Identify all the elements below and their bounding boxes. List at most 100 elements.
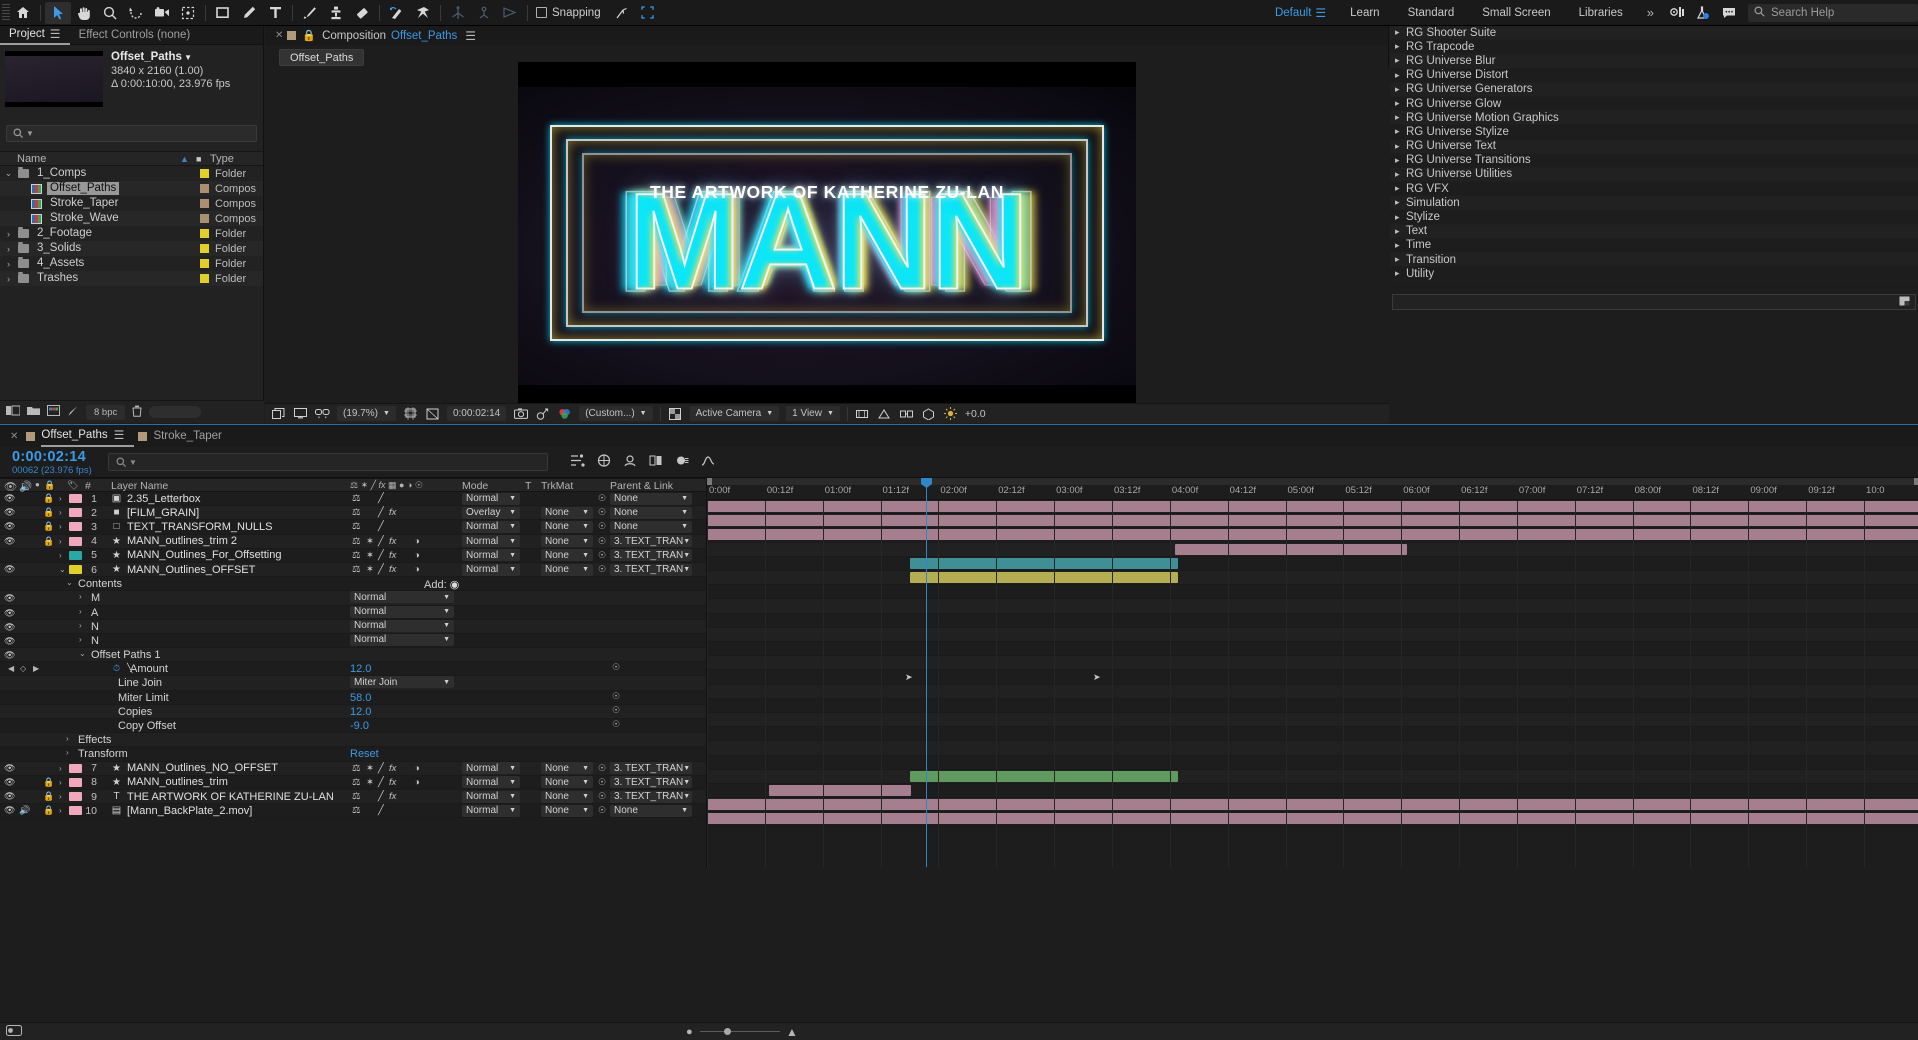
layer-name-label[interactable]: TEXT_TRANSFORM_NULLS	[127, 521, 272, 533]
parent-pickwhip-icon[interactable]: ☉	[598, 777, 606, 788]
workspace-standard[interactable]: Standard	[1394, 7, 1469, 19]
timeline-property-track[interactable]	[707, 628, 1918, 642]
rotation-tool-icon[interactable]	[123, 2, 149, 24]
property-disclosure-triangle[interactable]: ›	[79, 621, 82, 630]
timeline-track-row[interactable]	[707, 571, 1918, 585]
property-value[interactable]: 12.0	[350, 706, 371, 718]
layer-parent-dropdown[interactable]: None▼	[610, 493, 692, 505]
clone-stamp-tool-icon[interactable]	[323, 2, 349, 24]
property-dropdown[interactable]: Normal▼	[350, 634, 454, 646]
project-item-row[interactable]: Stroke_TaperCompos	[0, 196, 263, 211]
property-row[interactable]: Miter Limit58.0☉	[0, 691, 706, 705]
fast-previews-icon[interactable]	[877, 406, 892, 421]
timeline-property-track[interactable]	[707, 614, 1918, 628]
layer-track-matte-dropdown[interactable]: None▼	[541, 791, 593, 803]
effect-category-row[interactable]: ▸Utility	[1390, 267, 1918, 281]
property-disclosure-triangle[interactable]: ›	[79, 592, 82, 601]
workspace-learn[interactable]: Learn	[1336, 7, 1393, 19]
zoom-tool-icon[interactable]	[97, 2, 123, 24]
column-name[interactable]: Name	[0, 153, 46, 165]
effects-switch-icon[interactable]: fx	[389, 777, 396, 788]
work-area-bar[interactable]	[707, 478, 1918, 485]
timeline-layer-row[interactable]: 👁⌄6★MANN_Outlines_OFFSET⚖✶╱fx◑Normal▼Non…	[0, 563, 706, 577]
chevron-right-icon[interactable]: ▸	[1395, 183, 1406, 194]
layer-parent-dropdown[interactable]: None▼	[610, 521, 692, 533]
new-composition-icon[interactable]	[47, 405, 60, 419]
parent-pickwhip-icon[interactable]: ☉	[598, 536, 606, 547]
parent-pickwhip-icon[interactable]: ☉	[598, 521, 606, 532]
transform-switch-icon[interactable]: ⚖	[352, 791, 361, 802]
effect-category-row[interactable]: ▸Transition	[1390, 253, 1918, 267]
new-folder-icon[interactable]	[27, 405, 40, 419]
project-panel-menu-icon[interactable]: ☰	[50, 27, 61, 41]
layer-parent-dropdown[interactable]: 3. TEXT_TRAN▼	[610, 762, 692, 774]
project-item-row[interactable]: Stroke_WaveCompos	[0, 211, 263, 226]
transparency-grid-icon[interactable]	[668, 406, 683, 421]
timeline-property-track[interactable]	[707, 585, 1918, 599]
layer-track-matte-dropdown[interactable]: None▼	[541, 564, 593, 576]
camera-tool-icon[interactable]	[149, 2, 175, 24]
layer-duration-bar[interactable]	[910, 771, 1178, 782]
layer-blend-mode-dropdown[interactable]: Normal▼	[462, 549, 520, 561]
quality-switch-icon[interactable]: ╱	[378, 536, 384, 547]
project-item-row[interactable]: Offset_PathsCompos	[0, 181, 263, 196]
pen-tool-icon[interactable]	[236, 2, 262, 24]
composition-mini-flowchart-icon[interactable]	[570, 454, 585, 470]
project-item-row[interactable]: ›TrashesFolder	[0, 271, 263, 286]
keyframe-nav-next-icon[interactable]: ▶	[33, 664, 39, 673]
quality-switch-icon[interactable]: ╱	[378, 493, 384, 504]
timeline-search-input[interactable]: ▼	[108, 453, 548, 471]
effects-switch-icon[interactable]: fx	[389, 507, 396, 518]
timeline-property-track[interactable]	[707, 656, 1918, 670]
interpret-footage-icon[interactable]	[6, 405, 20, 419]
work-area-start-handle[interactable]	[707, 478, 712, 485]
quality-switch-icon[interactable]: ╱	[378, 507, 384, 518]
effect-category-row[interactable]: ▸RG Universe Motion Graphics	[1390, 111, 1918, 125]
layer-lock-toggle[interactable]: 🔒	[43, 777, 54, 788]
stereo-3d-icon[interactable]	[315, 406, 330, 421]
orbit-tool-icon[interactable]	[471, 2, 497, 24]
snapping-checkbox[interactable]	[536, 7, 547, 18]
effects-switch-icon[interactable]: fx	[389, 763, 396, 774]
timeline-layer-row[interactable]: 👁🔒›1▣2.35_Letterbox⚖╱Normal▼☉None▼	[0, 492, 706, 506]
property-visibility-toggle[interactable]: 👁	[4, 608, 15, 619]
layer-name-label[interactable]: MANN_outlines_trim	[127, 776, 228, 788]
home-icon[interactable]	[10, 2, 36, 24]
zoom-level-dropdown[interactable]: (19.7%)▼	[337, 406, 396, 421]
camera-view-dropdown[interactable]: Active Camera▼	[690, 406, 780, 421]
layer-blend-mode-dropdown[interactable]: Normal▼	[462, 521, 520, 533]
layer-track-matte-dropdown[interactable]: None▼	[541, 507, 593, 519]
type-tool-icon[interactable]	[262, 2, 288, 24]
layer-audio-toggle[interactable]: 🔊	[19, 805, 30, 816]
workspace-libraries[interactable]: Libraries	[1565, 7, 1637, 19]
chevron-right-icon[interactable]: ▸	[1395, 169, 1406, 180]
effect-category-row[interactable]: ▸RG Universe Stylize	[1390, 125, 1918, 139]
project-item-row[interactable]: ›2_FootageFolder	[0, 226, 263, 241]
chevron-right-icon[interactable]: ▸	[1395, 98, 1406, 109]
label-color-swatch[interactable]	[200, 169, 209, 178]
quality-switch-icon[interactable]: ╱	[378, 550, 384, 561]
property-dropdown[interactable]: Normal▼	[350, 606, 454, 618]
brush-tool-icon[interactable]	[297, 2, 323, 24]
composition-viewer[interactable]: MANN MANN MANN THE ARTWORK OF KATHERINE …	[265, 68, 1389, 404]
timeline-track-row[interactable]	[707, 557, 1918, 571]
chevron-right-icon[interactable]: ▸	[1395, 70, 1406, 81]
layer-visibility-toggle[interactable]: 👁	[4, 507, 15, 518]
roto-brush-tool-icon[interactable]	[384, 2, 410, 24]
layer-lock-toggle[interactable]: 🔒	[43, 805, 54, 816]
layer-duration-bar[interactable]	[707, 515, 1918, 526]
motion-blur-switch-icon[interactable]: ◑	[414, 550, 420, 561]
close-icon[interactable]: ✕	[275, 30, 283, 41]
channel-rgb-icon[interactable]	[557, 406, 572, 421]
quality-switch-icon[interactable]: ╱	[378, 763, 384, 774]
layer-track-matte-dropdown[interactable]: None▼	[541, 805, 593, 817]
effect-category-row[interactable]: ▸Time	[1390, 239, 1918, 253]
timeline-track-row[interactable]	[707, 528, 1918, 542]
quality-switch-icon[interactable]: ╱	[378, 791, 384, 802]
disclosure-triangle[interactable]: ›	[2, 229, 15, 239]
timeline-property-track[interactable]: ➤➤	[707, 670, 1918, 684]
chevron-right-icon[interactable]: ▸	[1395, 240, 1406, 251]
property-dropdown[interactable]: Normal▼	[350, 591, 454, 603]
effect-category-row[interactable]: ▸RG Universe Generators	[1390, 83, 1918, 97]
timeline-layer-row[interactable]: ›5★MANN_Outlines_For_Offsetting⚖✶╱fx◑Nor…	[0, 549, 706, 563]
